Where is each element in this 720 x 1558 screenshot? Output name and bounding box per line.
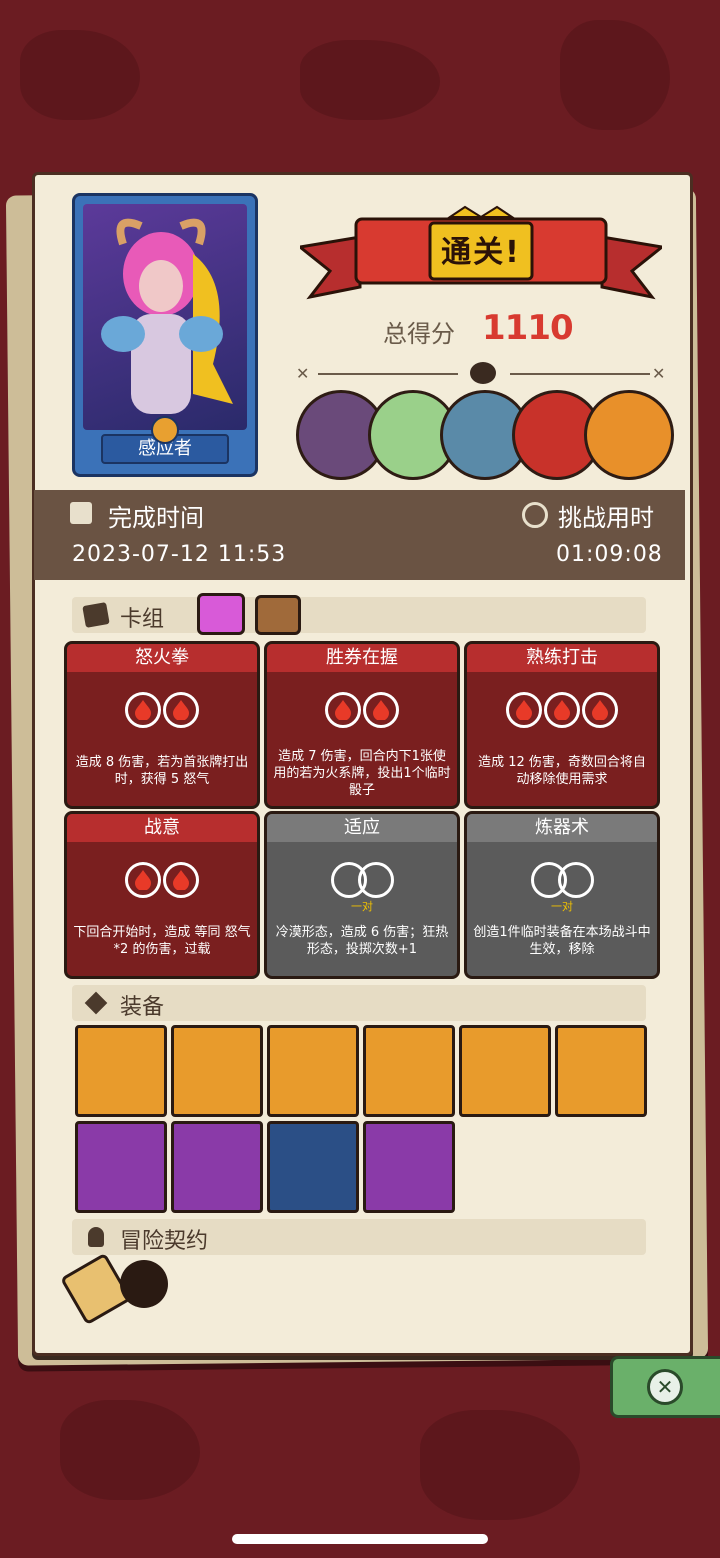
fire-orb-icon [582,692,618,728]
card-cost-pair [467,862,657,898]
fire-orb-icon [125,692,161,728]
hero-class-emblem-icon [151,416,179,444]
deck-filter-magic-icon[interactable] [197,593,245,635]
card-title: 胜券在握 [267,644,457,672]
card-title: 适应 [267,814,457,842]
bg-decoration [60,1400,200,1500]
divider-left [318,373,458,375]
card-description: 造成 8 伤害，若为首张牌打出时，获得 5 怒气 [75,755,249,787]
time-bar: 完成时间 2023-07-12 11:53 挑战用时 01:09:08 [34,490,685,580]
deck-section-title: 卡组 [120,607,165,632]
card-artifice[interactable]: 炼器术 一对 创造1件临时装备在本场战斗中生效，移除 [464,811,660,979]
card-certain-victory[interactable]: 胜券在握 造成 7 伤害，回合内下1张使用的若为火系牌，投出1个临时骰子 [264,641,460,809]
home-indicator[interactable] [232,1534,488,1544]
empty-orb-icon [557,862,594,898]
score-label: 总得分 [383,320,455,348]
card-description: 造成 7 伤害，回合内下1张使用的若为火系牌，投出1个临时骰子 [273,749,451,798]
equipment-slot-fire-rune[interactable] [171,1121,263,1213]
divider-right [510,373,650,375]
person-icon [88,1227,104,1247]
cards-icon [82,602,110,628]
fire-orb-icon [125,862,161,898]
card-description: 创造1件临时装备在本场战斗中生效，移除 [473,925,651,957]
deck-section-header: 卡组 [72,597,646,633]
card-title: 炼器术 [467,814,657,842]
card-description: 下回合开始时，造成 等同 怒气*2 的伤害，过载 [73,925,251,957]
equipment-section-title: 装备 [120,995,165,1020]
close-icon: ✕ [647,1369,683,1405]
fire-orb-icon [363,692,399,728]
boss-portrait-5[interactable] [584,390,674,480]
victory-banner: 通关! [296,205,666,305]
bg-decoration [420,1410,580,1520]
bg-decoration [560,20,670,130]
bg-decoration [20,30,140,120]
equipment-slot-steel-helm[interactable] [267,1121,359,1213]
fire-orb-icon [506,692,542,728]
card-cost-orbs [67,692,257,728]
card-skilled-strike[interactable]: 熟练打击 造成 12 伤害，奇数回合将自动移除使用需求 [464,641,660,809]
equipment-slot-blue-shield[interactable] [555,1025,647,1117]
empty-orb-icon [357,862,394,898]
card-title: 战意 [67,814,257,842]
card-pair-label: 一对 [551,900,573,913]
hero-portrait-card[interactable]: 感应者 [72,193,258,477]
contract-section-title: 冒险契约 [120,1229,209,1254]
calendar-icon [70,502,92,524]
challenge-time-value: 01:09:08 [556,542,663,567]
equipment-slot-red-cape[interactable] [363,1121,455,1213]
card-pair-label: 一对 [351,900,373,913]
card-cost-orbs [267,692,457,728]
equipment-section-header: 装备 [72,985,646,1021]
equipment-slot-orange-cloak[interactable] [459,1025,551,1117]
bg-decoration [300,40,440,120]
boss-skull-icon [470,362,496,384]
fire-orb-icon [325,692,361,728]
deck-filter-eye-icon[interactable] [255,595,301,635]
card-description: 冷漠形态，造成 6 伤害；狂热形态，投掷次数+1 [275,925,449,957]
hero-portrait-image [83,204,247,430]
challenge-time-label: 挑战用时 [558,504,654,532]
cube-icon [84,991,108,1015]
banner-title: 通关! [441,235,521,270]
card-adapt[interactable]: 适应 一对 冷漠形态，造成 6 伤害；狂热形态，投掷次数+1 [264,811,460,979]
contract-meat-icon[interactable] [120,1260,168,1308]
contract-section-header: 冒险契约 [72,1219,646,1255]
equipment-slot-green-feather[interactable] [363,1025,455,1117]
equipment-slot-beast-crest[interactable] [75,1121,167,1213]
card-cost-pair [267,862,457,898]
card-title: 怒火拳 [67,644,257,672]
close-button[interactable]: ✕ [610,1356,720,1418]
card-title: 熟练打击 [467,644,657,672]
swords-right-icon: ✕ [652,364,666,383]
swords-left-icon: ✕ [296,364,310,383]
card-cost-orbs [467,692,657,728]
fire-orb-icon [163,862,199,898]
fire-orb-icon [163,692,199,728]
fire-orb-icon [544,692,580,728]
card-cost-orbs [67,862,257,898]
finish-time-label: 完成时间 [108,504,204,532]
equipment-slot-green-scroll[interactable] [75,1025,167,1117]
stopwatch-icon [522,502,548,528]
equipment-slot-turtle-shell[interactable] [267,1025,359,1117]
card-description: 造成 12 伤害，奇数回合将自动移除使用需求 [478,755,646,787]
finish-time-value: 2023-07-12 11:53 [72,542,287,567]
card-rage-fist[interactable]: 怒火拳 造成 8 伤害，若为首张牌打出时，获得 5 怒气 [64,641,260,809]
score-value: 1110 [482,308,574,348]
equipment-slot-dark-armor[interactable] [171,1025,263,1117]
card-fighting-spirit[interactable]: 战意 下回合开始时，造成 等同 怒气*2 的伤害，过载 [64,811,260,979]
